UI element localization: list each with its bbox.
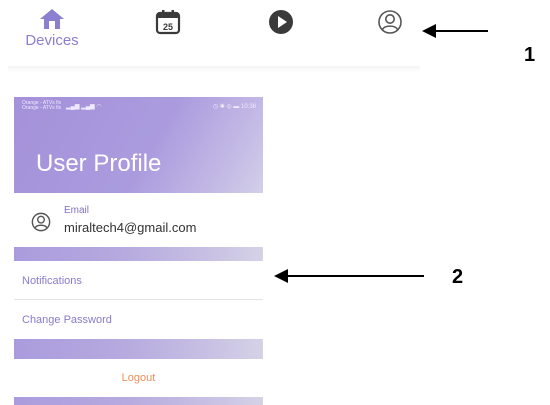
phone-screen: Orange - ATVs fix Orange - ATVs fix ▂▄▆ … — [14, 97, 263, 405]
home-icon — [40, 9, 64, 29]
notifications-label: Notifications — [22, 275, 82, 287]
annotation-arrow-1 — [422, 24, 488, 38]
profile-header: Orange - ATVs fix Orange - ATVs fix ▂▄▆ … — [14, 97, 263, 193]
calendar-icon: 25 — [155, 10, 181, 35]
notifications-item[interactable]: Notifications — [14, 261, 263, 300]
logout-label: Logout — [121, 372, 156, 384]
page-title: User Profile — [36, 150, 162, 177]
logout-button[interactable]: Logout — [14, 359, 263, 397]
system-icons: ◷ ✱ ◎ ▬ 10:38 — [212, 104, 256, 110]
carrier-text: Orange - ATVs fix Orange - ATVs fix — [22, 100, 62, 111]
tab-devices[interactable]: Devices — [22, 8, 82, 49]
section-divider — [14, 397, 263, 405]
callout-number-2: 2 — [452, 266, 464, 288]
status-time: 10:38 — [240, 104, 256, 110]
email-row: Email miraltech4@gmail.com — [14, 193, 263, 247]
tab-play[interactable] — [261, 8, 301, 36]
tab-profile[interactable] — [370, 8, 410, 36]
email-label: Email — [64, 205, 90, 216]
section-divider — [14, 247, 263, 261]
play-icon — [269, 10, 293, 34]
calendar-day: 25 — [163, 22, 173, 32]
change-password-item[interactable]: Change Password — [14, 300, 263, 338]
change-password-label: Change Password — [22, 314, 112, 326]
annotation-arrow-2 — [274, 269, 424, 283]
bottom-tab-bar: Devices 25 — [0, 0, 420, 72]
tab-devices-label: Devices — [25, 32, 79, 49]
tab-calendar[interactable]: 25 — [148, 8, 188, 36]
user-profile-icon — [378, 10, 402, 34]
status-bar: Orange - ATVs fix Orange - ATVs fix ▂▄▆ … — [22, 101, 258, 115]
callout-number-1: 1 — [524, 44, 536, 66]
user-icon — [31, 212, 51, 232]
tab-bar-shadow — [8, 66, 420, 72]
section-divider — [14, 339, 263, 359]
email-value: miraltech4@gmail.com — [64, 220, 197, 235]
signal-icons: ▂▄▆ ▂▄▆ ◠ — [66, 104, 102, 110]
